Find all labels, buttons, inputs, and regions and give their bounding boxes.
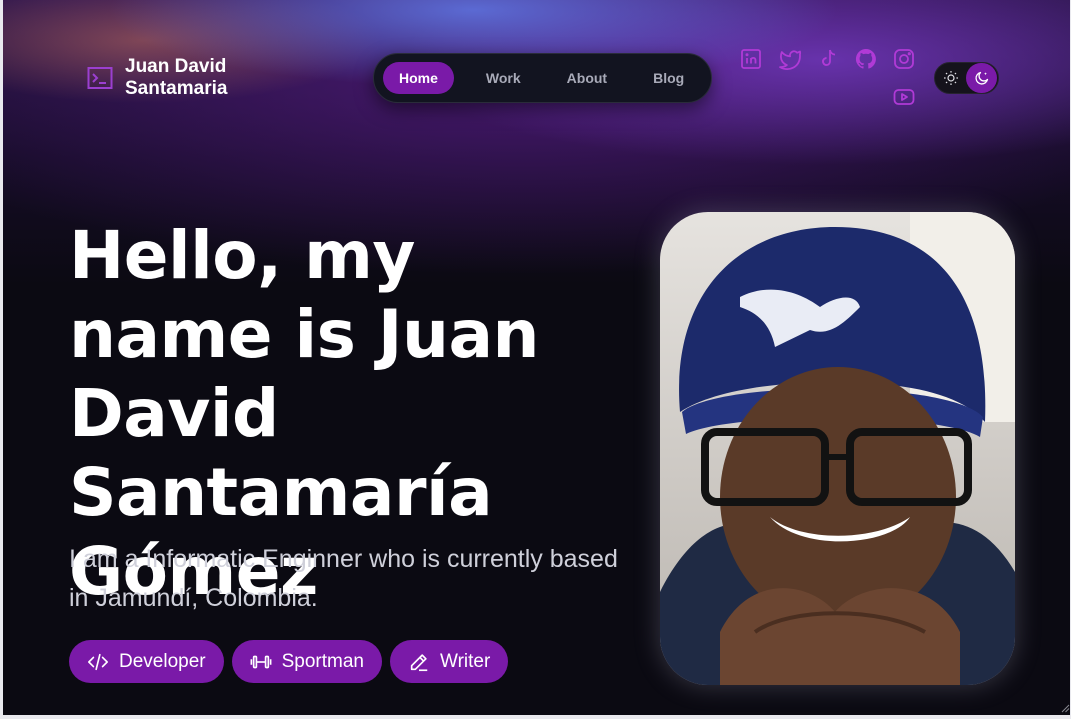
resize-grip-icon[interactable]: [1060, 703, 1070, 713]
main-nav: Home Work About Blog: [373, 53, 712, 103]
github-icon[interactable]: [852, 45, 880, 73]
theme-dark-option[interactable]: [966, 63, 997, 93]
sportman-chip[interactable]: Sportman: [231, 640, 382, 683]
tiktok-icon[interactable]: [814, 45, 842, 73]
brand-link[interactable]: Juan David Santamaria: [87, 56, 255, 100]
theme-toggle[interactable]: [934, 62, 999, 94]
terminal-icon: [87, 67, 113, 89]
writer-chip[interactable]: Writer: [389, 640, 509, 683]
sun-icon[interactable]: [943, 70, 959, 86]
sportman-chip-label: Sportman: [281, 650, 364, 672]
brand-name: Juan David Santamaria: [125, 56, 228, 99]
hero-subtitle: I am a Informatic Enginner who is curren…: [69, 545, 618, 612]
nav-home[interactable]: Home: [383, 62, 454, 94]
youtube-icon[interactable]: [890, 83, 918, 111]
writer-chip-label: Writer: [439, 650, 491, 672]
pencil-icon: [410, 653, 428, 671]
page: Juan David Santamaria Home Work About Bl…: [3, 0, 1070, 715]
dumbbell-icon: [250, 655, 272, 668]
nav-blog[interactable]: Blog: [637, 62, 700, 94]
nav-work[interactable]: Work: [470, 62, 537, 94]
hero-tags: Developer Sportman Writer: [69, 640, 509, 683]
profile-photo: [660, 212, 1015, 685]
code-icon: [88, 653, 108, 670]
instagram-icon[interactable]: [890, 45, 918, 73]
developer-chip[interactable]: Developer: [69, 640, 224, 683]
developer-chip-label: Developer: [119, 650, 206, 672]
nav-about[interactable]: About: [551, 62, 623, 94]
linkedin-icon[interactable]: [737, 45, 765, 73]
moon-icon: [974, 71, 988, 85]
twitter-icon[interactable]: [776, 45, 804, 73]
